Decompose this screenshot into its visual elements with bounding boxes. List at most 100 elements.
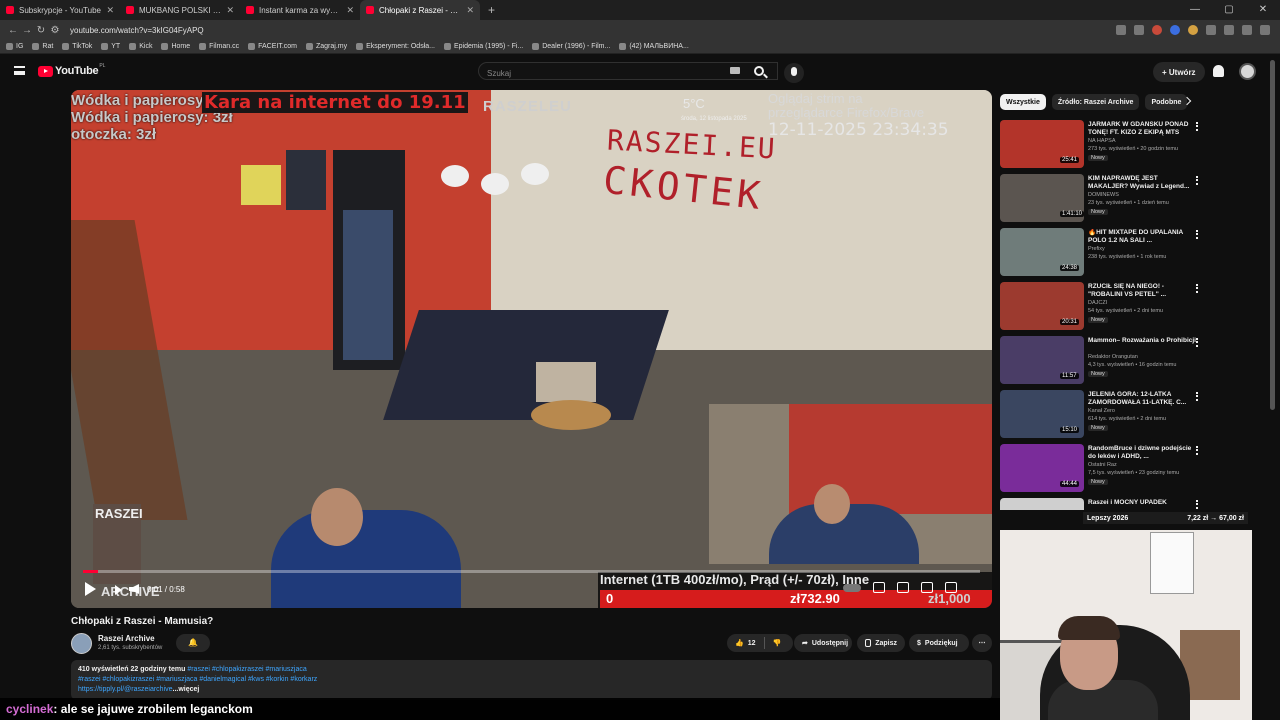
maximize-icon[interactable]: ▢: [1212, 0, 1246, 20]
bookmark-item[interactable]: Zagraj.my: [306, 43, 347, 50]
show-more-link[interactable]: ...więcej: [173, 686, 200, 693]
browser-tab[interactable]: Subskrypcje - YouTube ✕: [0, 0, 120, 20]
cast-icon[interactable]: [1116, 25, 1126, 35]
back-icon[interactable]: ←: [6, 25, 20, 36]
bookmark-item[interactable]: Rat: [32, 43, 53, 50]
miniplayer-icon[interactable]: [921, 582, 933, 593]
thanks-button[interactable]: $ Podziękuj: [909, 634, 969, 652]
subtitles-icon[interactable]: [873, 582, 885, 593]
recommended-video[interactable]: 20:31 RZUCIŁ SIĘ NA NIEGO! - "ROBALINI VS…: [1000, 282, 1205, 332]
bookmark-item[interactable]: Eksperyment: Odsła...: [356, 43, 435, 50]
subscription-bell-button[interactable]: 🔔: [176, 634, 210, 652]
bookmark-item[interactable]: Filman.cc: [199, 43, 239, 50]
autoplay-toggle[interactable]: [843, 584, 861, 592]
extension-icon[interactable]: [1152, 25, 1162, 35]
notifications-bell-icon[interactable]: [1213, 65, 1224, 77]
forward-icon[interactable]: →: [20, 25, 34, 36]
url-field[interactable]: youtube.com/watch?v=3kIG04FyAPQ: [70, 26, 1116, 35]
bookmark-item[interactable]: (42) МАЛЬВИНА...: [619, 43, 689, 50]
recommended-channel[interactable]: DAJCZI: [1088, 300, 1107, 306]
recommended-channel[interactable]: Redaktor Orangutan: [1088, 354, 1138, 360]
recommended-title[interactable]: Mammon– Rozważania o Prohibicji: [1088, 337, 1196, 345]
channel-avatar[interactable]: [71, 633, 92, 654]
recommended-video[interactable]: Raszei i MOCNY UPADEKMARIUSZA: [1000, 498, 1205, 510]
youtube-logo[interactable]: YouTube PL: [38, 63, 105, 77]
next-icon[interactable]: [115, 585, 122, 595]
bookmark-item[interactable]: Kick: [129, 43, 152, 50]
recommended-channel[interactable]: DOMINEWS: [1088, 192, 1119, 198]
create-button[interactable]: + Utwórz: [1153, 62, 1205, 82]
download-icon[interactable]: [1224, 25, 1234, 35]
kebab-menu-icon[interactable]: [1196, 284, 1198, 293]
kebab-menu-icon[interactable]: [1196, 338, 1198, 347]
browser-tab[interactable]: MUKBANG POLSKI PIĄTKOWY OBIAD ✕: [120, 0, 240, 20]
page-scrollbar[interactable]: [1270, 60, 1275, 410]
recommended-title[interactable]: JELENIA GÓRA: 12-LATKA ZAMORDOWAŁA 11-LA…: [1088, 391, 1196, 407]
recommended-title[interactable]: KIM NAPRAWDĘ JEST MAKALJER? Wywiad z Leg…: [1088, 175, 1196, 191]
extension-icon[interactable]: [1188, 25, 1198, 35]
fullscreen-icon[interactable]: [945, 582, 957, 593]
bookmark-item[interactable]: FACEIT.com: [248, 43, 297, 50]
recommended-channel[interactable]: Prefixy: [1088, 246, 1105, 252]
chip-similar[interactable]: Podobne: [1145, 94, 1188, 110]
close-tab-icon[interactable]: ✕: [226, 5, 234, 16]
account-avatar[interactable]: [1239, 63, 1256, 80]
donation-link[interactable]: https://tipply.pl/@raszeiarchive: [78, 686, 173, 693]
share-icon[interactable]: [1134, 25, 1144, 35]
recommended-video[interactable]: 15:10 JELENIA GÓRA: 12-LATKA ZAMORDOWAŁA …: [1000, 390, 1205, 440]
settings-gear-icon[interactable]: [897, 582, 909, 593]
bookmark-item[interactable]: Home: [161, 43, 190, 50]
kebab-menu-icon[interactable]: [1196, 176, 1198, 185]
bookmark-item[interactable]: Epidemia (1995) - Fi...: [443, 43, 523, 50]
share-button[interactable]: ➦ Udostępnij: [794, 634, 852, 652]
recommended-video[interactable]: 44:44 RandomBruce i dziwne podejście do l…: [1000, 444, 1205, 494]
recommended-title[interactable]: 🔥HIT MIXTAPE DO UPALANIA POLO 1.2 NA SAL…: [1088, 229, 1196, 245]
recommended-video[interactable]: 1:41:10 KIM NAPRAWDĘ JEST MAKALJER? Wywia…: [1000, 174, 1205, 224]
recommended-title[interactable]: RZUCIŁ SIĘ NA NIEGO! - "ROBALINI VS PETE…: [1088, 283, 1196, 299]
bookmark-item[interactable]: TikTok: [62, 43, 92, 50]
hashtags[interactable]: #raszei #chlopakizraszei #mariuszjaca #d…: [78, 675, 985, 685]
hamburger-menu-icon[interactable]: [14, 66, 25, 75]
channel-name[interactable]: Raszei Archive: [98, 634, 155, 643]
video-player[interactable]: RASZEI.EU CKOTEK Wódka i papierosy Wódka…: [71, 90, 992, 608]
kebab-menu-icon[interactable]: [1196, 446, 1198, 455]
video-thumbnail[interactable]: [1000, 498, 1084, 510]
recommended-channel[interactable]: Ostatni Raz: [1088, 462, 1117, 468]
recommended-title[interactable]: RandomBruce i dziwne podejście do leków …: [1088, 445, 1196, 461]
kebab-menu-icon[interactable]: [1196, 500, 1198, 509]
bookmark-item[interactable]: Dealer (1996) - Film...: [532, 43, 610, 50]
more-actions-button[interactable]: ⋯: [972, 634, 992, 652]
kebab-menu-icon[interactable]: [1196, 122, 1198, 131]
browser-tab[interactable]: Instant karma za wymuszenie i repr ✕: [240, 0, 360, 20]
close-tab-icon[interactable]: ✕: [466, 5, 474, 16]
save-button[interactable]: Zapisz: [857, 634, 905, 652]
close-tab-icon[interactable]: ✕: [346, 5, 354, 16]
extension-icon[interactable]: [1206, 25, 1216, 35]
video-progress-bar[interactable]: [83, 570, 980, 573]
microphone-icon[interactable]: [784, 63, 804, 83]
search-input[interactable]: [479, 65, 719, 82]
hashtags-inline[interactable]: #raszei #chlopakizraszei #mariuszjaca: [187, 666, 306, 673]
close-tab-icon[interactable]: ✕: [106, 5, 114, 16]
chip-all[interactable]: Wszystkie: [1000, 94, 1046, 110]
bookmark-item[interactable]: IG: [6, 43, 23, 50]
search-icon[interactable]: [754, 66, 764, 76]
bookmark-star-icon[interactable]: [1242, 25, 1252, 35]
bookmark-item[interactable]: YT: [101, 43, 120, 50]
reload-icon[interactable]: ↻: [34, 25, 48, 36]
recommended-video[interactable]: 25:41 JARMARK W GDAŃSKU PONAD TONĘ! FT. K…: [1000, 120, 1205, 170]
kebab-menu-icon[interactable]: [1196, 230, 1198, 239]
description-box[interactable]: 410 wyświetleń 22 godziny temu #raszei #…: [71, 660, 992, 700]
recommended-title[interactable]: JARMARK W GDAŃSKU PONAD TONĘ! FT. KIZO Z…: [1088, 121, 1196, 137]
recommended-video[interactable]: 24:38 🔥HIT MIXTAPE DO UPALANIA POLO 1.2 N…: [1000, 228, 1205, 278]
recommended-video[interactable]: 11:57 Mammon– Rozważania o Prohibicji Reda…: [1000, 336, 1205, 386]
site-info-icon[interactable]: ⚙: [48, 25, 62, 36]
like-dislike-button[interactable]: 👍 12 👎: [727, 634, 793, 652]
minimize-icon[interactable]: —: [1178, 0, 1212, 20]
chip-source[interactable]: Źródło: Raszei Archive: [1051, 94, 1140, 110]
kebab-menu-icon[interactable]: [1196, 392, 1198, 401]
keyboard-icon[interactable]: [730, 67, 740, 74]
play-icon[interactable]: [85, 582, 96, 596]
thumbs-down-icon[interactable]: 👎: [773, 639, 782, 647]
menu-dots-icon[interactable]: [1260, 25, 1270, 35]
